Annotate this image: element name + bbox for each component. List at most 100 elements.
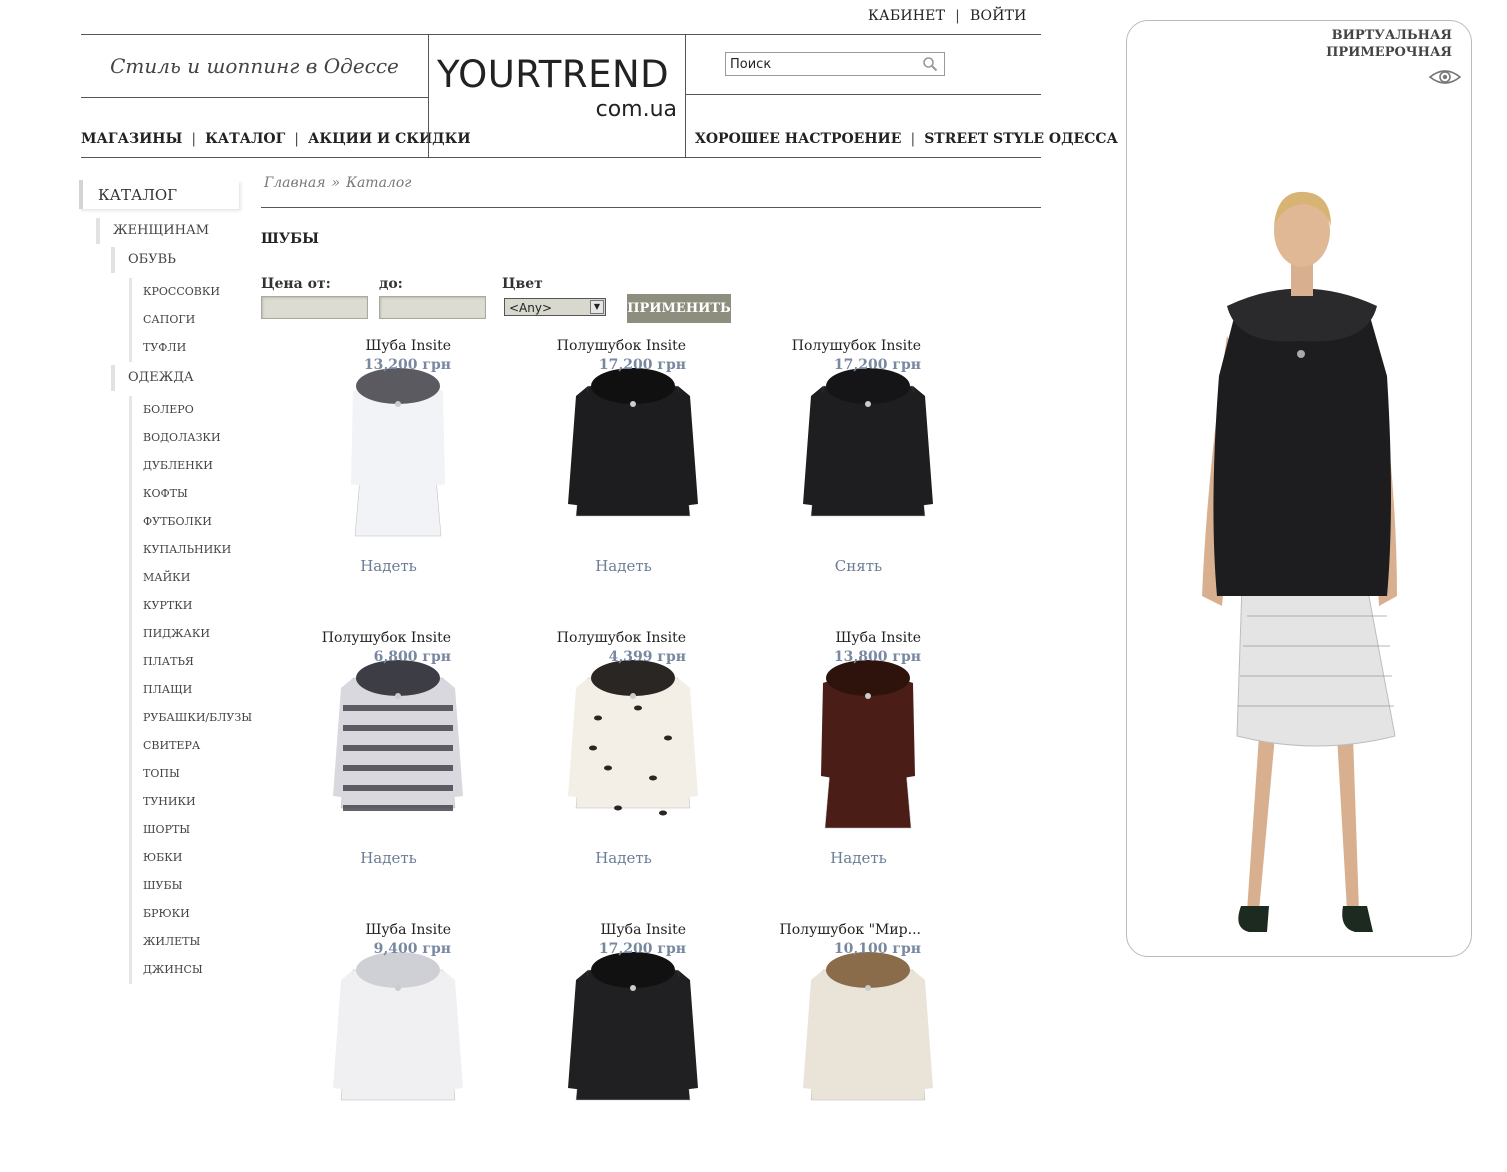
- product-name[interactable]: Полушубок Insite: [557, 338, 686, 354]
- site-tagline: Стиль и шоппинг в Одессе: [81, 35, 428, 98]
- nav-catalog[interactable]: КАТАЛОГ: [205, 131, 285, 147]
- breadcrumb-separator: »: [331, 175, 341, 191]
- logo-domain: com.ua: [595, 97, 677, 122]
- eye-icon[interactable]: [1428, 67, 1462, 87]
- nav-separator: |: [910, 131, 916, 147]
- sidebar-clothes-item[interactable]: БРЮКИ: [132, 900, 252, 928]
- nav-separator: |: [191, 131, 197, 147]
- apply-filter-button[interactable]: ПРИМЕНИТЬ: [627, 294, 731, 323]
- search-icon[interactable]: [922, 56, 938, 72]
- color-select-value: <Any>: [509, 301, 553, 315]
- product-card: Полушубок Insite 17,200 грн Надеть: [506, 338, 741, 588]
- product-name[interactable]: Шуба Insite: [365, 338, 451, 354]
- sidebar-clothes-item[interactable]: ПЛАТЬЯ: [132, 648, 252, 676]
- try-on-button[interactable]: Снять: [741, 557, 976, 575]
- product-image[interactable]: [793, 648, 943, 833]
- breadcrumb-catalog[interactable]: Каталог: [346, 175, 411, 191]
- product-name[interactable]: Полушубок Insite: [322, 630, 451, 646]
- sidebar-clothes-item[interactable]: ЮБКИ: [132, 844, 252, 872]
- sidebar-clothes-item[interactable]: ЖИЛЕТЫ: [132, 928, 252, 956]
- product-image[interactable]: [558, 356, 708, 541]
- product-card: Полушубок Insite 4,399 грн Надеть: [506, 630, 741, 880]
- sidebar-catalog-title[interactable]: КАТАЛОГ: [79, 180, 239, 209]
- cabinet-link[interactable]: КАБИНЕТ: [868, 8, 945, 24]
- fitting-room-title-line1: ВИРТУАЛЬНАЯ: [1331, 28, 1452, 43]
- nav-good-mood[interactable]: ХОРОШЕЕ НАСТРОЕНИЕ: [695, 131, 901, 147]
- product-image[interactable]: [558, 648, 708, 833]
- virtual-fitting-room: ВИРТУАЛЬНАЯ ПРИМЕРОЧНАЯ: [1126, 20, 1472, 957]
- sidebar-clothes-item[interactable]: СВИТЕРА: [132, 732, 252, 760]
- product-image[interactable]: [558, 940, 708, 1125]
- product-name[interactable]: Шуба Insite: [835, 630, 921, 646]
- product-price: 17,200 грн: [833, 357, 921, 373]
- nav-separator: |: [294, 131, 299, 147]
- product-name[interactable]: Полушубок "Мир...: [780, 922, 922, 938]
- try-on-button[interactable]: Надеть: [271, 557, 506, 575]
- sidebar-clothes-item[interactable]: ДУБЛЕНКИ: [132, 452, 252, 480]
- try-on-button[interactable]: Надеть: [506, 557, 741, 575]
- sidebar-item-women[interactable]: ЖЕНЩИНАМ: [96, 218, 209, 244]
- product-image[interactable]: [793, 356, 943, 541]
- nav-street-style[interactable]: STREET STYLE ОДЕССА: [924, 131, 1118, 147]
- color-select[interactable]: <Any> ▼: [504, 298, 606, 316]
- product-price: 13,200 грн: [363, 357, 451, 373]
- sidebar-clothes-item[interactable]: ВОДОЛАЗКИ: [132, 424, 252, 452]
- sidebar-clothes-item[interactable]: КУПАЛЬНИКИ: [132, 536, 252, 564]
- product-name[interactable]: Шуба Insite: [365, 922, 451, 938]
- product-card: Шуба Insite 17,200 грн: [506, 922, 741, 1172]
- nav-shops[interactable]: МАГАЗИНЫ: [81, 131, 182, 147]
- sidebar-clothes-item[interactable]: ШОРТЫ: [132, 816, 252, 844]
- site-header: Стиль и шоппинг в Одессе МАГАЗИНЫ | КАТАЛО…: [81, 34, 1118, 158]
- product-card: Шуба Insite 9,400 грн: [271, 922, 506, 1172]
- sidebar-shoes-item[interactable]: КРОССОВКИ: [132, 278, 220, 306]
- product-name[interactable]: Полушубок Insite: [557, 630, 686, 646]
- sidebar-clothes-item[interactable]: РУБАШКИ/БЛУЗЫ: [132, 704, 252, 732]
- price-from-input[interactable]: [261, 296, 368, 319]
- sidebar-clothes-item[interactable]: МАЙКИ: [132, 564, 252, 592]
- sidebar-clothes-item[interactable]: ДЖИНСЫ: [132, 956, 252, 984]
- product-card: Полушубок "Мир... 10,100 грн: [741, 922, 976, 1172]
- main-nav-left: МАГАЗИНЫ | КАТАЛОГ | АКЦИИ И СКИДКИ: [81, 131, 471, 147]
- sidebar-clothes-item[interactable]: ПЛАЩИ: [132, 676, 252, 704]
- header-right: ХОРОШЕЕ НАСТРОЕНИЕ | STREET STYLE ОДЕССА: [685, 35, 1118, 157]
- product-image[interactable]: [793, 940, 943, 1125]
- product-price: 4,399 грн: [608, 649, 686, 665]
- price-to-label: до:: [379, 276, 403, 292]
- sidebar-clothes-item[interactable]: БОЛЕРО: [132, 396, 252, 424]
- sidebar-clothes-item[interactable]: КУРТКИ: [132, 592, 252, 620]
- sidebar-clothes-list: БОЛЕРО ВОДОЛАЗКИ ДУБЛЕНКИ КОФТЫ ФУТБОЛКИ КУПА…: [129, 396, 252, 984]
- product-price: 17,200 грн: [598, 357, 686, 373]
- sidebar-clothes-item[interactable]: ПИДЖАКИ: [132, 620, 252, 648]
- try-on-button[interactable]: Надеть: [506, 849, 741, 867]
- product-name[interactable]: Полушубок Insite: [792, 338, 921, 354]
- product-name[interactable]: Шуба Insite: [600, 922, 686, 938]
- sidebar-clothes-item[interactable]: ШУБЫ: [132, 872, 252, 900]
- sidebar-clothes-item[interactable]: ТОПЫ: [132, 760, 252, 788]
- sidebar-shoes-item[interactable]: САПОГИ: [132, 306, 220, 334]
- product-card: Шуба Insite 13,200 грн Надеть: [271, 338, 506, 588]
- try-on-button[interactable]: Надеть: [741, 849, 976, 867]
- logo-text: YOURTREND: [437, 53, 670, 96]
- site-logo[interactable]: YOURTREND com.ua: [428, 35, 686, 157]
- main-nav-right: ХОРОШЕЕ НАСТРОЕНИЕ | STREET STYLE ОДЕССА: [695, 131, 1118, 147]
- product-image[interactable]: [323, 648, 473, 833]
- product-image[interactable]: [323, 356, 473, 541]
- sidebar-item-shoes[interactable]: ОБУВЬ: [111, 247, 176, 273]
- sidebar-clothes-item[interactable]: ФУТБОЛКИ: [132, 508, 252, 536]
- product-card: Полушубок Insite 6,800 грн Надеть: [271, 630, 506, 880]
- price-to-input[interactable]: [379, 296, 486, 319]
- login-link[interactable]: ВОЙТИ: [970, 8, 1027, 24]
- sidebar-clothes-item[interactable]: ТУНИКИ: [132, 788, 252, 816]
- product-price: 13,800 грн: [833, 649, 921, 665]
- header-divider: [685, 94, 1041, 95]
- price-from-label: Цена от:: [261, 276, 331, 292]
- product-price: 6,800 грн: [373, 649, 451, 665]
- product-image[interactable]: [323, 940, 473, 1125]
- search-input[interactable]: [726, 54, 915, 75]
- try-on-button[interactable]: Надеть: [271, 849, 506, 867]
- sidebar-clothes-item[interactable]: КОФТЫ: [132, 480, 252, 508]
- sidebar-item-clothes[interactable]: ОДЕЖДА: [111, 365, 194, 391]
- top-links-separator: |: [955, 8, 961, 24]
- sidebar-shoes-item[interactable]: ТУФЛИ: [132, 334, 220, 362]
- breadcrumb-home[interactable]: Главная: [264, 175, 326, 191]
